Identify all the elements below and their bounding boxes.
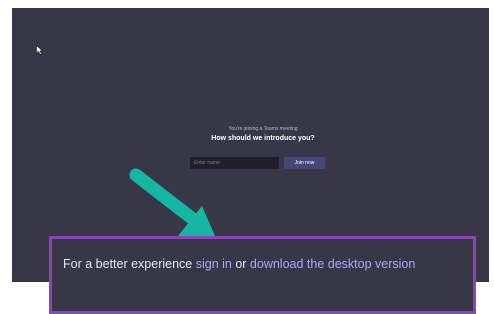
join-now-button[interactable]: Join now [284, 157, 325, 169]
banner-prefix-text: For a better experience [63, 257, 196, 271]
pointer-cursor-icon [36, 45, 43, 55]
banner-separator-text: or [231, 257, 250, 271]
better-experience-banner: For a better experience sign in or downl… [49, 236, 476, 314]
banner-message: For a better experience sign in or downl… [63, 254, 468, 274]
sign-in-link[interactable]: sign in [196, 257, 232, 271]
screenshot-stage: You're joining a Teams meeting How shoul… [0, 0, 494, 314]
join-meeting-panel: You're joining a Teams meeting How shoul… [188, 126, 338, 143]
download-desktop-version-link[interactable]: download the desktop version [250, 257, 415, 271]
introduction-heading: How should we introduce you? [211, 135, 315, 142]
joining-meeting-text: You're joining a Teams meeting [228, 126, 298, 132]
